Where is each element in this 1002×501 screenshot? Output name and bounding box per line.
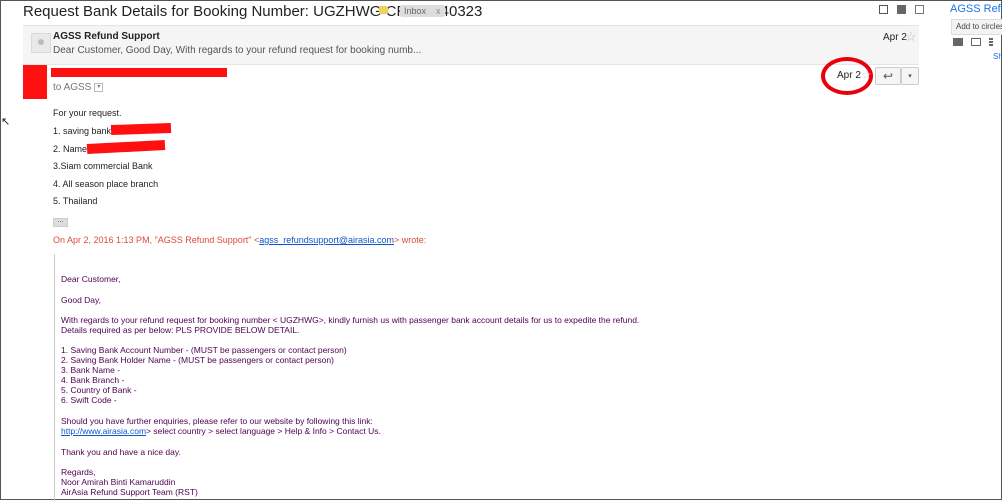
sidebar-contact-name[interactable]: AGSS Refu	[950, 3, 1002, 15]
remove-label-button[interactable]: x	[436, 6, 441, 16]
show-trimmed-content-button[interactable]: ...	[53, 217, 68, 227]
inbox-label-chip[interactable]: Inbox x	[400, 5, 445, 17]
sidebar-show-link[interactable]: Sh	[993, 52, 1002, 61]
quoted-paragraph: Details required as per below: PLS PROVI…	[61, 325, 300, 335]
quote-header-prefix: On Apr 2, 2016 1:13 PM, "AGSS Refund Sup…	[53, 235, 260, 245]
new-window-icon[interactable]	[897, 5, 906, 14]
quote-header-suffix: > wrote:	[393, 235, 427, 245]
quoted-list-item: 1. Saving Bank Account Number - (MUST be…	[61, 345, 347, 355]
quoted-greeting: Dear Customer,	[61, 274, 121, 284]
importance-marker-icon[interactable]	[379, 6, 388, 14]
airasia-website-link[interactable]: http://www.airasia.com	[61, 426, 146, 436]
print-all-icon[interactable]	[879, 5, 888, 14]
sender-avatar-icon	[31, 33, 51, 53]
quoted-link-suffix: > select country > select language > Hel…	[146, 426, 381, 436]
collapsed-sender-name: AGSS Refund Support	[53, 31, 160, 42]
collapsed-star-icon[interactable]: ☆	[905, 29, 917, 45]
collapsed-date: Apr 2	[883, 32, 907, 43]
body-line: 4. All season place branch	[53, 179, 159, 189]
redacted-holder-name	[86, 139, 166, 155]
quote-header: On Apr 2, 2016 1:13 PM, "AGSS Refund Sup…	[53, 235, 426, 245]
expand-all-icon[interactable]	[915, 5, 924, 14]
recipient-line: to AGSS ▾	[53, 82, 104, 93]
quote-border	[54, 254, 55, 501]
quoted-list-item: 2. Saving Bank Holder Name - (MUST be pa…	[61, 355, 334, 365]
quoted-thanks: Thank you and have a nice day.	[61, 447, 181, 457]
more-actions-button[interactable]: ▾	[901, 67, 919, 85]
quote-sender-email-link[interactable]: agss_refundsupport@airasia.com	[259, 235, 394, 245]
quoted-paragraph: With regards to your refund request for …	[61, 315, 640, 325]
thread-toolbar	[879, 5, 924, 14]
inbox-label-text: Inbox	[404, 6, 427, 16]
body-line: For your request.	[53, 108, 122, 118]
reply-button[interactable]: ↩	[875, 67, 901, 85]
quoted-list-item: 6. Swift Code -	[61, 395, 117, 405]
message-star-icon[interactable]: ☆	[861, 68, 872, 82]
quoted-regards: Regards,	[61, 467, 96, 477]
show-details-dropdown-icon[interactable]: ▾	[94, 82, 104, 92]
mouse-cursor-icon: ↖	[1, 116, 11, 128]
more-vertical-icon[interactable]	[989, 38, 993, 46]
body-line: 1. saving bank	[53, 126, 112, 136]
quoted-signer: Noor Amirah Binti Kamaruddin	[61, 477, 176, 487]
quoted-link-line: http://www.airasia.com> select country >…	[61, 426, 381, 436]
redacted-account-number	[110, 122, 172, 136]
add-to-circles-button[interactable]: Add to circles	[951, 19, 1002, 35]
recipient-text: to AGSS	[53, 82, 92, 93]
quoted-good-day: Good Day,	[61, 295, 102, 305]
quoted-enquiries: Should you have further enquiries, pleas…	[61, 416, 373, 426]
quoted-list-item: 5. Country of Bank -	[61, 385, 137, 395]
redacted-sender-name	[51, 68, 227, 77]
sidebar-actions	[953, 38, 993, 46]
body-line: 3.Siam commercial Bank	[53, 161, 153, 171]
quoted-list-item: 3. Bank Name -	[61, 365, 121, 375]
collapsed-snippet: Dear Customer, Good Day, With regards to…	[53, 45, 422, 56]
redacted-avatar	[23, 65, 47, 99]
email-icon[interactable]	[971, 38, 981, 46]
body-line: 2. Name	[53, 144, 88, 154]
video-call-icon[interactable]	[953, 38, 963, 46]
quoted-list-item: 4. Bank Branch -	[61, 375, 125, 385]
quoted-team: AirAsia Refund Support Team (RST)	[61, 487, 198, 497]
body-line: 5. Thailand	[53, 196, 98, 206]
